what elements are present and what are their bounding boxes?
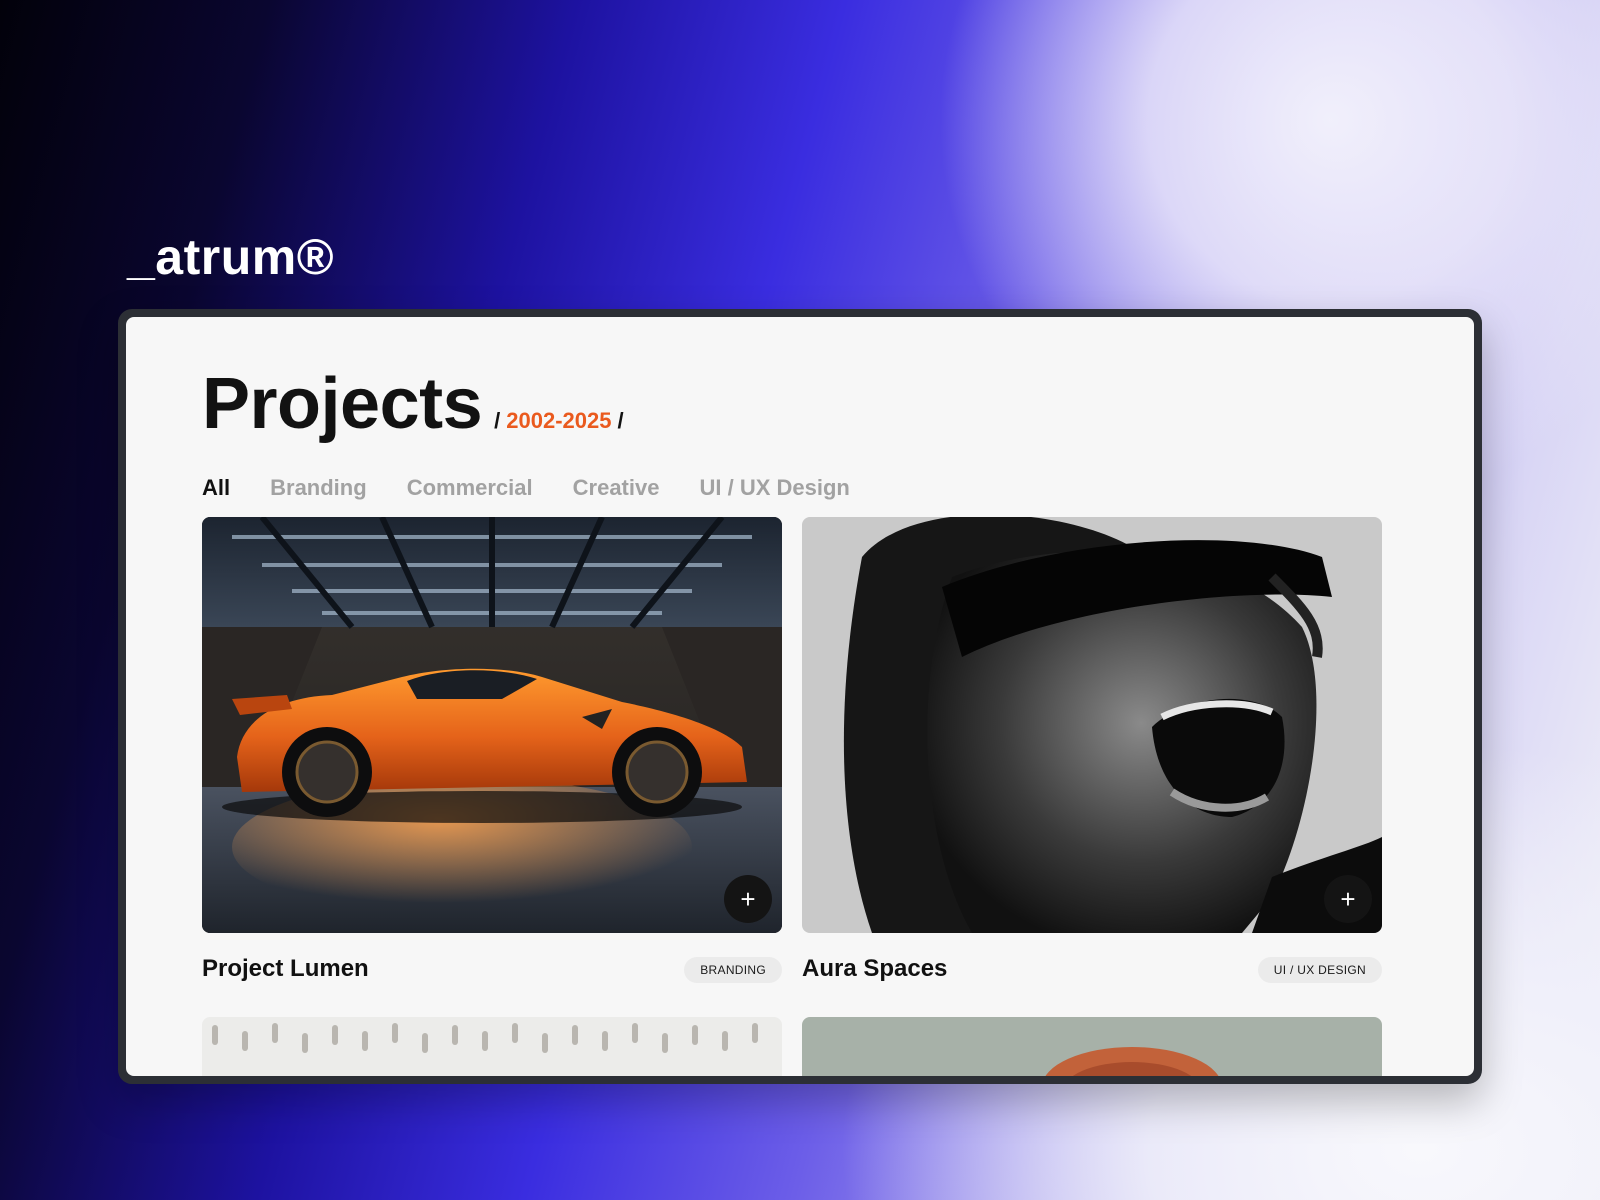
filter-tab-creative[interactable]: Creative [573, 475, 660, 501]
project-name[interactable]: Aura Spaces [802, 955, 947, 983]
car-image-illustration [202, 517, 782, 933]
plus-icon[interactable]: + [724, 875, 772, 923]
project-name[interactable]: Project Lumen [202, 955, 369, 983]
project-tag-badge: BRANDING [684, 957, 782, 983]
project-meta: Project Lumen BRANDING [202, 951, 782, 991]
project-tag-badge: UI / UX DESIGN [1257, 957, 1382, 983]
project-card-redhair-preview[interactable] [802, 1017, 1382, 1076]
period-years: 2002-2025 [506, 408, 612, 433]
redhair-portrait-image [802, 1017, 1382, 1076]
period-label: /2002-2025/ [494, 408, 623, 434]
page-heading: Projects /2002-2025/ [202, 363, 624, 445]
project-card-knit-preview[interactable] [202, 1017, 782, 1076]
knit-texture-image [202, 1017, 782, 1076]
brand-logo[interactable]: _atrum® [127, 228, 334, 286]
filter-tab-all[interactable]: All [202, 475, 230, 501]
page-title: Projects [202, 364, 483, 444]
period-close-slash: / [617, 408, 624, 433]
plus-icon[interactable]: + [1324, 875, 1372, 923]
project-card-aura[interactable]: + Aura Spaces UI / UX DESIGN [802, 517, 1382, 991]
projects-panel: Projects /2002-2025/ All Branding Commer… [126, 317, 1474, 1076]
portrait-image-illustration [802, 517, 1382, 933]
app-window: Projects /2002-2025/ All Branding Commer… [118, 309, 1482, 1084]
project-card-lumen[interactable]: + Project Lumen BRANDING [202, 517, 782, 991]
project-image-car[interactable]: + [202, 517, 782, 933]
filter-tab-branding[interactable]: Branding [270, 475, 367, 501]
filter-tabs: All Branding Commercial Creative UI / UX… [202, 475, 850, 501]
filter-tab-ui-ux-design[interactable]: UI / UX Design [699, 475, 849, 501]
filter-tab-commercial[interactable]: Commercial [407, 475, 533, 501]
period-open-slash: / [494, 408, 501, 433]
project-image-portrait[interactable]: + [802, 517, 1382, 933]
project-meta: Aura Spaces UI / UX DESIGN [802, 951, 1382, 991]
